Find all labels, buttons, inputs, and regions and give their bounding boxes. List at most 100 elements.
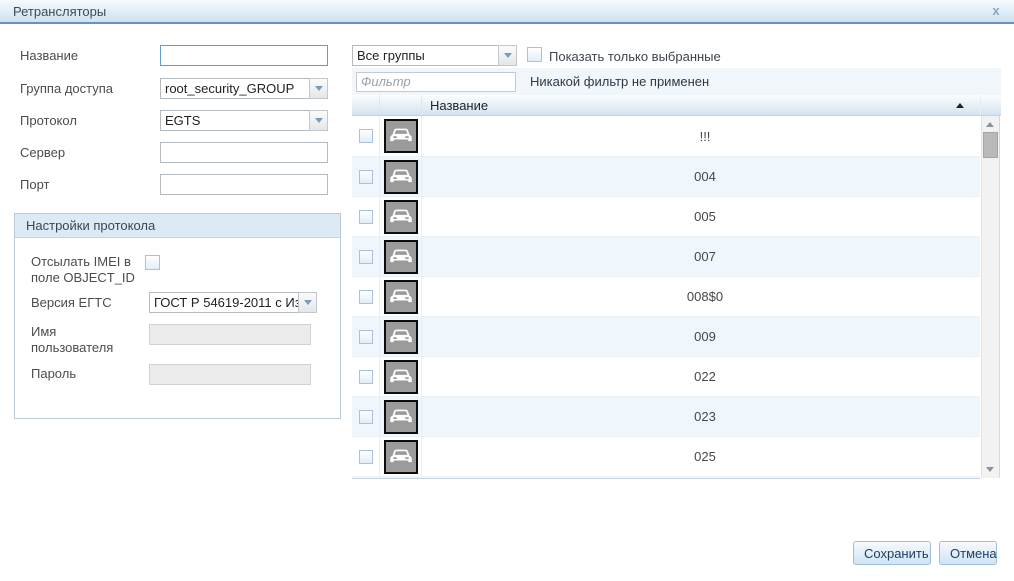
groups-filter-value[interactable]: Все группы (352, 45, 498, 66)
row-icon-cell (380, 157, 422, 196)
chevron-down-icon (504, 53, 512, 58)
car-icon (384, 400, 418, 434)
egts-version-value[interactable]: ГОСТ Р 54619-2011 с Изм (149, 292, 298, 313)
row-checkbox-cell (352, 197, 380, 236)
row-checkbox[interactable] (359, 290, 373, 304)
password-label: Пароль (31, 366, 76, 382)
header-name-column[interactable]: Название (422, 95, 980, 115)
show-selected-checkbox[interactable] (527, 47, 542, 62)
chevron-down-icon (315, 86, 323, 91)
row-checkbox[interactable] (359, 170, 373, 184)
row-icon-cell (380, 237, 422, 276)
row-checkbox[interactable] (359, 210, 373, 224)
row-name[interactable]: !!! (422, 116, 980, 156)
row-icon-cell (380, 197, 422, 236)
scrollbar-thumb[interactable] (983, 132, 998, 158)
car-icon (384, 280, 418, 314)
table-row[interactable]: 009 (352, 316, 980, 356)
car-icon (384, 440, 418, 474)
car-icon (384, 160, 418, 194)
row-name[interactable]: 005 (422, 197, 980, 236)
row-name[interactable]: 022 (422, 357, 980, 396)
table-row[interactable]: 004 (352, 156, 980, 196)
protocol-value[interactable]: EGTS (160, 110, 309, 131)
row-checkbox[interactable] (359, 410, 373, 424)
protocol-dropdown-button[interactable] (309, 110, 328, 131)
row-icon-cell (380, 116, 422, 156)
chevron-down-icon (315, 118, 323, 123)
row-name[interactable]: 023 (422, 397, 980, 436)
row-checkbox-cell (352, 277, 380, 316)
filter-input[interactable] (356, 72, 516, 92)
protocol-settings-header: Настройки протокола (15, 214, 340, 238)
row-icon-cell (380, 277, 422, 316)
row-checkbox[interactable] (359, 330, 373, 344)
egts-version-dropdown-button[interactable] (298, 292, 317, 313)
row-name[interactable]: 007 (422, 237, 980, 276)
car-icon (384, 360, 418, 394)
car-icon (384, 240, 418, 274)
repeaters-dialog: { "dialog": { "title": "Ретрансляторы", … (0, 0, 1014, 581)
egts-version-combo[interactable]: ГОСТ Р 54619-2011 с Изм (149, 292, 317, 313)
table-row[interactable]: 005 (352, 196, 980, 236)
table-row[interactable]: 022 (352, 356, 980, 396)
server-input[interactable] (160, 142, 328, 163)
row-name[interactable]: 004 (422, 157, 980, 196)
cancel-button[interactable]: Отмена (939, 541, 997, 565)
access-group-dropdown-button[interactable] (309, 78, 328, 99)
table-header[interactable]: Название (352, 95, 980, 116)
row-icon-cell (380, 437, 422, 476)
header-scrollbar-stub (980, 95, 1001, 116)
dialog-titlebar: Ретрансляторы x (0, 0, 1014, 24)
row-checkbox[interactable] (359, 250, 373, 264)
table-row[interactable]: 025 (352, 436, 980, 476)
groups-filter-combo[interactable]: Все группы (352, 45, 517, 66)
egts-version-label: Версия ЕГТС (31, 295, 112, 311)
name-input[interactable] (160, 45, 328, 66)
port-label: Порт (20, 177, 49, 193)
protocol-combo[interactable]: EGTS (160, 110, 328, 131)
name-column-title: Название (430, 98, 488, 113)
filter-band: Никакой фильтр не применен (352, 68, 1001, 95)
row-checkbox[interactable] (359, 450, 373, 464)
table-row[interactable]: 008$0 (352, 276, 980, 316)
server-label: Сервер (20, 145, 65, 161)
access-group-combo[interactable]: root_security_GROUP (160, 78, 328, 99)
save-button[interactable]: Сохранить (853, 541, 931, 565)
name-label: Название (20, 48, 78, 64)
scroll-up-icon[interactable] (986, 122, 994, 127)
port-input[interactable] (160, 174, 328, 195)
row-name[interactable]: 009 (422, 317, 980, 356)
show-selected-label: Показать только выбранные (549, 49, 721, 65)
table-row[interactable]: 023 (352, 396, 980, 436)
username-label: Имя пользователя (31, 324, 141, 356)
sort-asc-icon (956, 103, 964, 108)
vertical-scrollbar[interactable] (981, 116, 1000, 478)
access-group-label: Группа доступа (20, 81, 113, 97)
row-checkbox[interactable] (359, 370, 373, 384)
access-group-value[interactable]: root_security_GROUP (160, 78, 309, 99)
row-checkbox[interactable] (359, 129, 373, 143)
groups-dropdown-button[interactable] (498, 45, 517, 66)
close-icon[interactable]: x (988, 3, 1004, 19)
imei-checkbox[interactable] (145, 255, 160, 270)
car-icon (384, 320, 418, 354)
car-icon (384, 200, 418, 234)
row-checkbox-cell (352, 237, 380, 276)
username-input (149, 324, 311, 345)
row-name[interactable]: 008$0 (422, 277, 980, 316)
table-row[interactable]: !!! (352, 116, 980, 156)
password-input (149, 364, 311, 385)
row-name[interactable]: 025 (422, 437, 980, 476)
protocol-settings-panel: Настройки протокола Отсылать IMEI в поле… (14, 213, 341, 419)
filter-status-text: Никакой фильтр не применен (530, 74, 709, 89)
row-icon-cell (380, 317, 422, 356)
scroll-down-icon[interactable] (986, 467, 994, 472)
table-row[interactable]: 007 (352, 236, 980, 276)
dialog-title: Ретрансляторы (13, 4, 106, 19)
car-icon (384, 119, 418, 153)
row-checkbox-cell (352, 397, 380, 436)
chevron-down-icon (304, 300, 312, 305)
row-checkbox-cell (352, 157, 380, 196)
row-icon-cell (380, 397, 422, 436)
